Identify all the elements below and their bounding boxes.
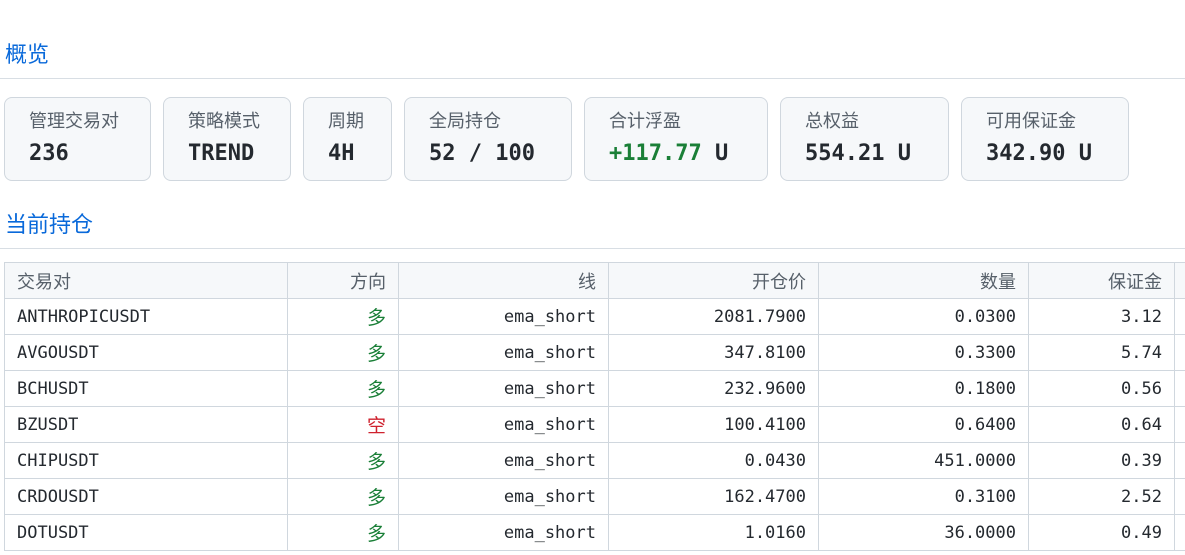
card-label: 合计浮盈 bbox=[609, 111, 681, 132]
cell-entry-price: 232.9600 bbox=[608, 370, 819, 407]
card-total-equity: 总权益 554.21 U bbox=[780, 97, 949, 181]
cell-pair: DOTUSDT bbox=[4, 514, 288, 551]
card-label: 全局持仓 bbox=[429, 111, 501, 132]
card-label: 策略模式 bbox=[188, 111, 260, 132]
cell-side: 多 bbox=[287, 370, 399, 407]
card-total-floating-pnl: 合计浮盈 +117.77 U bbox=[584, 97, 768, 181]
cell-pair: BCHUSDT bbox=[4, 370, 288, 407]
cell-line: ema_short bbox=[398, 298, 609, 335]
column-header-quantity[interactable]: 数量 bbox=[818, 262, 1029, 299]
card-value: 4H bbox=[328, 141, 355, 166]
card-label: 管理交易对 bbox=[29, 111, 119, 132]
card-value: 52 / 100 bbox=[429, 141, 535, 166]
cell-line: ema_short bbox=[398, 442, 609, 479]
cell-quantity: 0.0300 bbox=[818, 298, 1029, 335]
cell-quantity: 0.6400 bbox=[818, 406, 1029, 443]
column-header-margin[interactable]: 保证金 bbox=[1028, 262, 1175, 299]
overview-heading: 概览 bbox=[5, 43, 50, 68]
positions-divider bbox=[0, 248, 1185, 249]
card-strategy-mode: 策略模式 TREND bbox=[163, 97, 291, 181]
table-row[interactable]: BZUSDT 空 ema_short 100.4100 0.6400 0.64 bbox=[4, 406, 1185, 443]
cell-line: ema_short bbox=[398, 334, 609, 371]
cell-overflow bbox=[1174, 334, 1185, 371]
card-value: 342.90 U bbox=[986, 141, 1092, 166]
cell-quantity: 451.0000 bbox=[818, 442, 1029, 479]
cell-overflow bbox=[1174, 406, 1185, 443]
cell-side: 多 bbox=[287, 514, 399, 551]
cell-overflow bbox=[1174, 478, 1185, 515]
cell-side: 空 bbox=[287, 406, 399, 443]
cell-entry-price: 347.8100 bbox=[608, 334, 819, 371]
table-row[interactable]: ANTHROPICUSDT 多 ema_short 2081.7900 0.0300 3.… bbox=[4, 298, 1185, 335]
column-header-line[interactable]: 线 bbox=[398, 262, 609, 299]
column-header-overflow bbox=[1174, 262, 1185, 299]
cell-side: 多 bbox=[287, 298, 399, 335]
cell-quantity: 0.3300 bbox=[818, 334, 1029, 371]
cell-entry-price: 0.0430 bbox=[608, 442, 819, 479]
cell-line: ema_short bbox=[398, 370, 609, 407]
table-row[interactable]: AVGOUSDT 多 ema_short 347.8100 0.3300 5.74 bbox=[4, 334, 1185, 371]
table-header-row: 交易对 方向 线 开仓价 数量 保证金 bbox=[4, 262, 1185, 299]
card-value: 236 bbox=[29, 141, 69, 166]
cell-overflow bbox=[1174, 514, 1185, 551]
cell-line: ema_short bbox=[398, 514, 609, 551]
positions-heading: 当前持仓 bbox=[5, 213, 94, 238]
table-row[interactable]: DOTUSDT 多 ema_short 1.0160 36.0000 0.49 bbox=[4, 514, 1185, 551]
cell-line: ema_short bbox=[398, 478, 609, 515]
cell-pair: ANTHROPICUSDT bbox=[4, 298, 288, 335]
cell-margin: 2.52 bbox=[1028, 478, 1175, 515]
pnl-unit: U bbox=[701, 141, 729, 166]
cell-side: 多 bbox=[287, 478, 399, 515]
card-label: 周期 bbox=[328, 111, 364, 132]
card-managed-pairs: 管理交易对 236 bbox=[4, 97, 151, 181]
cell-side: 多 bbox=[287, 442, 399, 479]
positions-body: ANTHROPICUSDT 多 ema_short 2081.7900 0.0300 3.… bbox=[4, 298, 1185, 551]
cell-overflow bbox=[1174, 298, 1185, 335]
cell-pair: AVGOUSDT bbox=[4, 334, 288, 371]
cell-pair: BZUSDT bbox=[4, 406, 288, 443]
overview-divider bbox=[0, 78, 1185, 79]
cell-line: ema_short bbox=[398, 406, 609, 443]
column-header-side[interactable]: 方向 bbox=[287, 262, 399, 299]
card-value: TREND bbox=[188, 141, 255, 166]
cell-entry-price: 162.4700 bbox=[608, 478, 819, 515]
cell-side: 多 bbox=[287, 334, 399, 371]
overview-cards: 管理交易对 236 策略模式 TREND 周期 4H 全局持仓 52 / 100… bbox=[4, 97, 1129, 181]
card-available-margin: 可用保证金 342.90 U bbox=[961, 97, 1129, 181]
table-row[interactable]: BCHUSDT 多 ema_short 232.9600 0.1800 0.56 bbox=[4, 370, 1185, 407]
cell-margin: 5.74 bbox=[1028, 334, 1175, 371]
cell-overflow bbox=[1174, 442, 1185, 479]
cell-entry-price: 100.4100 bbox=[608, 406, 819, 443]
cell-margin: 0.39 bbox=[1028, 442, 1175, 479]
column-header-pair[interactable]: 交易对 bbox=[4, 262, 288, 299]
positions-table: 交易对 方向 线 开仓价 数量 保证金 ANTHROPICUSDT 多 ema_sh… bbox=[4, 262, 1185, 551]
table-row[interactable]: CHIPUSDT 多 ema_short 0.0430 451.0000 0.39 bbox=[4, 442, 1185, 479]
column-header-entry-price[interactable]: 开仓价 bbox=[608, 262, 819, 299]
card-period: 周期 4H bbox=[303, 97, 392, 181]
cell-margin: 0.56 bbox=[1028, 370, 1175, 407]
cell-margin: 0.64 bbox=[1028, 406, 1175, 443]
cell-pair: CHIPUSDT bbox=[4, 442, 288, 479]
cell-quantity: 0.1800 bbox=[818, 370, 1029, 407]
cell-margin: 3.12 bbox=[1028, 298, 1175, 335]
pnl-value: +117.77 bbox=[609, 141, 702, 166]
cell-pair: CRDOUSDT bbox=[4, 478, 288, 515]
card-value: +117.77 U bbox=[609, 141, 743, 167]
cell-quantity: 36.0000 bbox=[818, 514, 1029, 551]
cell-entry-price: 2081.7900 bbox=[608, 298, 819, 335]
card-value: 554.21 U bbox=[805, 141, 911, 166]
cell-entry-price: 1.0160 bbox=[608, 514, 819, 551]
cell-margin: 0.49 bbox=[1028, 514, 1175, 551]
card-label: 总权益 bbox=[805, 111, 859, 132]
card-label: 可用保证金 bbox=[986, 111, 1076, 132]
cell-quantity: 0.3100 bbox=[818, 478, 1029, 515]
table-row[interactable]: CRDOUSDT 多 ema_short 162.4700 0.3100 2.52 bbox=[4, 478, 1185, 515]
cell-overflow bbox=[1174, 370, 1185, 407]
card-global-positions: 全局持仓 52 / 100 bbox=[404, 97, 572, 181]
